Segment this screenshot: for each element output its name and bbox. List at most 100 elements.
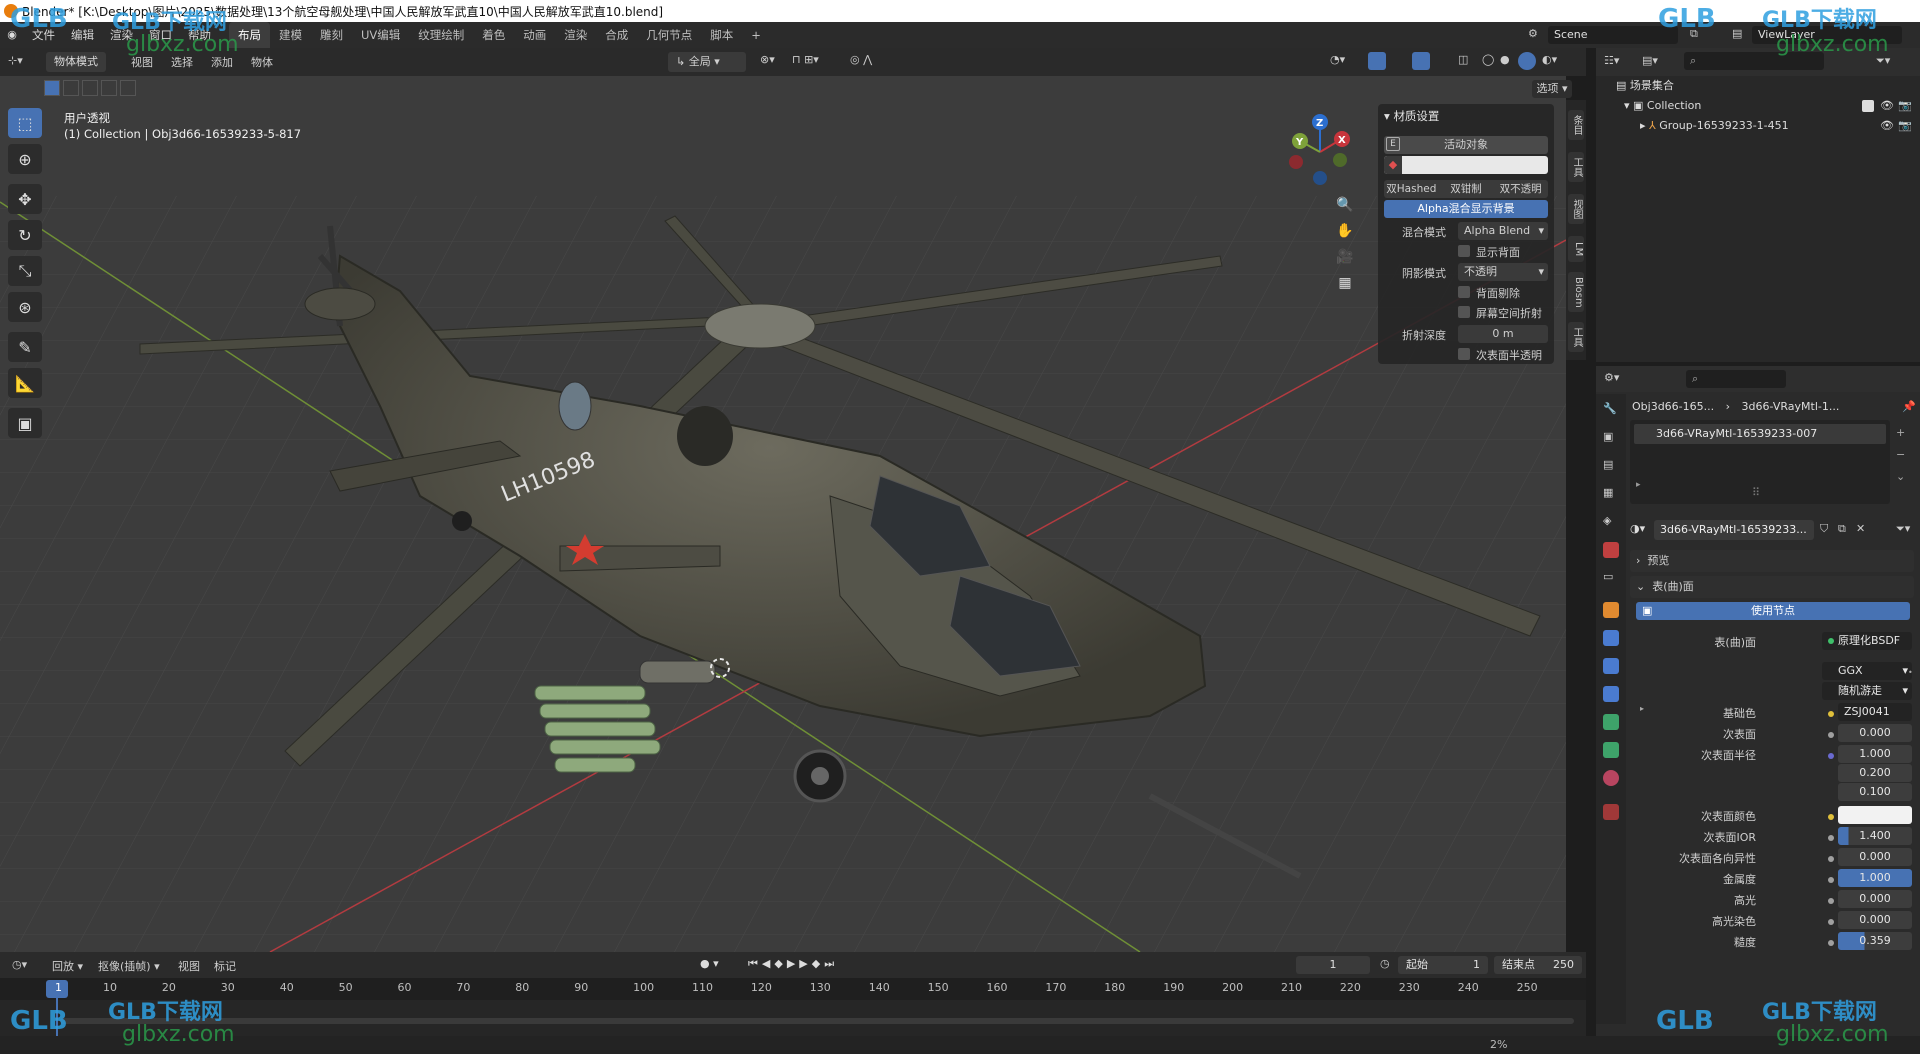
- material-name-field[interactable]: 3d66-VRayMtl-16539233...: [1654, 520, 1814, 540]
- output-tab-icon[interactable]: ▤: [1603, 458, 1619, 474]
- navigation-gizmo[interactable]: Z X Y: [1280, 112, 1360, 192]
- dual-hashed-button[interactable]: 双Hashed: [1384, 180, 1439, 198]
- subsurface-field[interactable]: 0.000: [1838, 724, 1912, 742]
- gizmo-toggle-icon[interactable]: [1368, 52, 1386, 70]
- subsurface-color-socket-icon[interactable]: [1828, 814, 1834, 820]
- roughness-socket-icon[interactable]: [1828, 940, 1834, 946]
- keyframe-diamond-icon[interactable]: ◆: [1384, 156, 1402, 174]
- slot-specials-button[interactable]: ⌄: [1896, 466, 1905, 488]
- refraction-depth-field[interactable]: 0 m: [1458, 325, 1548, 343]
- modifier-tab-icon[interactable]: [1603, 630, 1619, 646]
- select-new-icon[interactable]: [44, 80, 60, 96]
- material-slot-item[interactable]: 3d66-VRayMtl-16539233-007: [1634, 424, 1886, 444]
- subsurface-color-swatch[interactable]: [1838, 806, 1912, 824]
- view-layer-tab-icon[interactable]: ▦: [1603, 486, 1619, 502]
- material-browse-icon[interactable]: ◑▾: [1630, 522, 1645, 535]
- cursor-tool-icon[interactable]: ⊕: [8, 144, 42, 174]
- material-settings-header[interactable]: ▾ 材质设置: [1384, 108, 1439, 124]
- metallic-socket-icon[interactable]: [1828, 877, 1834, 883]
- select-intersect-icon[interactable]: [120, 80, 136, 96]
- timeline-view-menu[interactable]: 视图: [178, 958, 200, 974]
- remove-slot-button[interactable]: −: [1896, 444, 1905, 466]
- overlay-toggle-icon[interactable]: [1412, 52, 1430, 70]
- collection-exclude-checkbox[interactable]: [1862, 100, 1874, 112]
- start-frame-field[interactable]: 起始 1: [1398, 956, 1488, 974]
- rotate-tool-icon[interactable]: ↻: [8, 220, 42, 250]
- annotate-tool-icon[interactable]: ✎: [8, 332, 42, 362]
- tab-shading[interactable]: 着色: [473, 22, 514, 48]
- physics-tab-icon[interactable]: [1603, 686, 1619, 702]
- subsurface-radius-z-field[interactable]: 0.100: [1838, 783, 1912, 801]
- distribution-dropdown[interactable]: GGX ▾: [1822, 662, 1912, 680]
- solid-shading-icon[interactable]: ●: [1500, 53, 1510, 66]
- backface-culling-checkbox[interactable]: [1458, 286, 1470, 298]
- tab-tool[interactable]: 工具: [1568, 152, 1584, 182]
- shadow-mode-dropdown[interactable]: 不透明 ▾: [1458, 263, 1548, 281]
- group-visibility-icon[interactable]: 👁: [1880, 116, 1894, 136]
- tab-lm[interactable]: LM: [1568, 236, 1584, 262]
- tab-geometry-nodes[interactable]: 几何节点: [637, 22, 701, 48]
- sss-translucency-checkbox[interactable]: [1458, 348, 1470, 360]
- subsurface-ior-field[interactable]: 1.400: [1838, 827, 1912, 845]
- snap-icon[interactable]: ⊓ ⊞▾: [792, 53, 819, 66]
- pan-hand-icon[interactable]: ✋: [1332, 218, 1358, 244]
- tab-uv-editing[interactable]: UV编辑: [352, 22, 409, 48]
- metallic-field[interactable]: 1.000: [1838, 869, 1912, 887]
- specular-tint-field[interactable]: 0.000: [1838, 911, 1912, 929]
- tab-scripting[interactable]: 脚本: [701, 22, 742, 48]
- object-mode-dropdown[interactable]: 物体模式: [46, 52, 106, 72]
- outliner-type-icon[interactable]: ☷▾: [1604, 54, 1619, 67]
- specular-tint-socket-icon[interactable]: [1828, 919, 1834, 925]
- base-color-field[interactable]: ZSJ0041: [1838, 703, 1912, 721]
- xray-icon[interactable]: ◫: [1458, 53, 1468, 66]
- subsurface-anisotropy-field[interactable]: 0.000: [1838, 848, 1912, 866]
- alpha-blend-button[interactable]: Alpha混合显示背景: [1384, 200, 1548, 218]
- subsurface-socket-icon[interactable]: [1828, 732, 1834, 738]
- select-subtract-icon[interactable]: [82, 80, 98, 96]
- current-frame-field[interactable]: 1: [1296, 956, 1370, 974]
- ssr-checkbox[interactable]: [1458, 306, 1470, 318]
- select-invert-icon[interactable]: [101, 80, 117, 96]
- markers-menu[interactable]: 标记: [214, 958, 236, 974]
- slot-expand-icon[interactable]: ▸: [1636, 480, 1641, 490]
- tab-texture-paint[interactable]: 纹理绘制: [409, 22, 473, 48]
- subsurface-radius-socket-icon[interactable]: [1828, 753, 1834, 759]
- dual-opaque-button[interactable]: 双不透明: [1493, 180, 1548, 198]
- proportional-edit-icon[interactable]: ◎ ⋀: [850, 53, 872, 66]
- keying-menu[interactable]: 抠像(插帧) ▾: [98, 958, 160, 974]
- blend-mode-dropdown[interactable]: Alpha Blend ▾: [1458, 222, 1548, 240]
- options-dropdown[interactable]: 选项 ▾: [1532, 80, 1572, 98]
- dual-clip-button[interactable]: 双钳制: [1439, 180, 1494, 198]
- outliner-collection[interactable]: ▾ ▣ Collection 👁 📷: [1596, 96, 1920, 116]
- node-filter-icon[interactable]: ⏷▾: [1896, 522, 1910, 536]
- outliner-group-item[interactable]: ▸ ⅄ Group-16539233-1-451 👁 📷: [1596, 116, 1920, 136]
- tab-view[interactable]: 视图: [1568, 194, 1584, 224]
- pin-icon[interactable]: 📌: [1902, 400, 1916, 413]
- tab-sculpting[interactable]: 雕刻: [311, 22, 352, 48]
- fake-user-icon[interactable]: ⛉: [1820, 522, 1828, 536]
- scene-icon[interactable]: ⚙: [1528, 27, 1538, 40]
- data-tab-icon[interactable]: [1603, 742, 1619, 758]
- add-slot-button[interactable]: +: [1896, 422, 1905, 444]
- breadcrumb-material[interactable]: 3d66-VRayMtl-1...: [1742, 400, 1840, 413]
- editor-type-icon[interactable]: ⊹▾: [8, 54, 23, 67]
- end-frame-field[interactable]: 结束点 250: [1494, 956, 1582, 974]
- camera-view-icon[interactable]: 🎥: [1332, 244, 1358, 270]
- menu-object[interactable]: 物体: [242, 54, 282, 70]
- zoom-icon[interactable]: 🔍: [1332, 192, 1358, 218]
- tab-item[interactable]: 条目: [1568, 110, 1584, 140]
- select-extend-icon[interactable]: [63, 80, 79, 96]
- particles-tab-icon[interactable]: [1603, 658, 1619, 674]
- base-color-socket-icon[interactable]: [1828, 711, 1834, 717]
- transform-orientation-dropdown[interactable]: ↳ 全局 ▾: [668, 52, 746, 72]
- ortho-grid-icon[interactable]: ▦: [1332, 270, 1358, 296]
- timeline-editor-icon[interactable]: ◷▾: [12, 958, 27, 971]
- measure-tool-icon[interactable]: 📐: [8, 368, 42, 398]
- view-layer-icon[interactable]: ▤: [1732, 27, 1742, 40]
- properties-type-icon[interactable]: ⚙▾: [1604, 371, 1619, 384]
- tab-rendering[interactable]: 渲染: [555, 22, 596, 48]
- world-tab-icon[interactable]: [1603, 542, 1619, 558]
- surface-shader-field[interactable]: 原理化BSDF: [1822, 632, 1912, 650]
- duplicate-material-icon[interactable]: ⧉: [1838, 522, 1846, 536]
- rendered-shading-icon[interactable]: ◐▾: [1542, 53, 1557, 66]
